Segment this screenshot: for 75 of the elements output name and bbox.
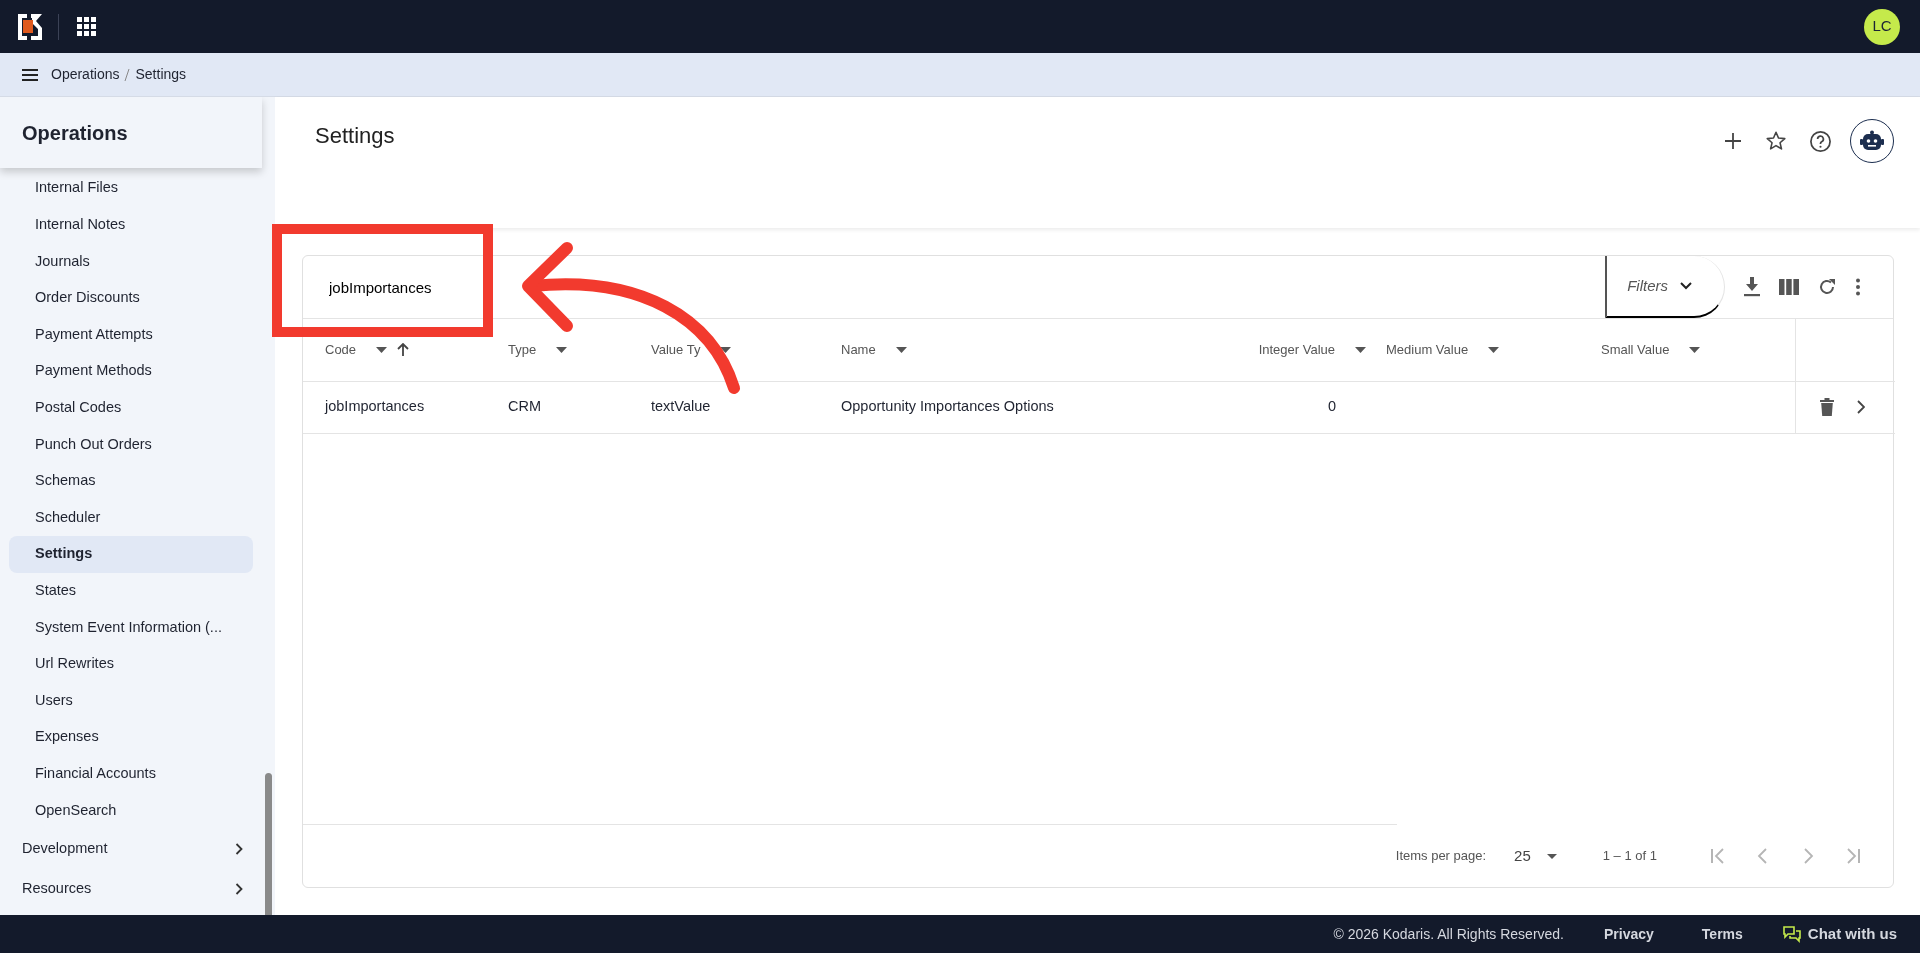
dropdown-caret-icon[interactable] [720, 346, 732, 353]
column-header[interactable]: Integer Value [1221, 340, 1366, 360]
column-header[interactable]: Medium Value [1386, 340, 1581, 360]
sidebar-group[interactable]: Development [22, 837, 108, 860]
chevron-right-icon[interactable] [233, 842, 245, 855]
breadcrumb-link[interactable]: Settings [135, 64, 187, 85]
sidebar-item[interactable]: Financial Accounts [9, 755, 253, 793]
user-avatar[interactable]: LC [1864, 8, 1900, 45]
dropdown-caret-icon [1546, 853, 1557, 859]
page-range: 1 – 1 of 1 [1602, 847, 1657, 866]
chat-link[interactable]: Chat with us [1782, 922, 1897, 946]
footer-link[interactable]: Privacy [1604, 923, 1654, 945]
sidebar-item[interactable]: Users [9, 682, 253, 719]
sort-up-arrow-icon[interactable] [397, 343, 410, 357]
trash-icon [1819, 398, 1834, 416]
sidebar-item[interactable]: Url Rewrites [9, 645, 253, 683]
sidebar-item[interactable]: Payment Attempts [9, 316, 253, 353]
sidebar-item[interactable]: Order Discounts [9, 279, 253, 317]
table-cell: Opportunity Importances Options [841, 398, 1054, 415]
dropdown-caret-icon[interactable] [376, 346, 388, 353]
column-header[interactable]: Small Value [1601, 340, 1785, 360]
dropdown-caret-icon[interactable] [1689, 346, 1701, 353]
sidebar-item[interactable]: OpenSearch [9, 792, 253, 829]
dropdown-caret-icon[interactable] [556, 346, 568, 353]
sidebar-item[interactable]: Expenses [9, 718, 253, 756]
chevron-right-icon [1855, 400, 1865, 414]
chevron-down-icon [1680, 282, 1692, 290]
more-icon [1855, 278, 1861, 296]
help-icon [1809, 129, 1832, 153]
sidebar-item[interactable]: Internal Files [9, 170, 253, 207]
page-title: Settings [315, 123, 395, 150]
sidebar-item[interactable]: Schemas [9, 462, 253, 500]
table-cell: CRM [508, 398, 542, 415]
apps-grid-icon[interactable] [77, 17, 96, 36]
sidebar-item[interactable]: States [9, 572, 253, 610]
menu-icon[interactable] [22, 68, 38, 81]
dropdown-caret-icon[interactable] [1355, 346, 1366, 353]
sidebar-item[interactable]: Scheduler [9, 499, 253, 536]
copyright-text: © 2026 Kodaris. All Rights Reserved. [1333, 924, 1564, 944]
dropdown-caret-icon[interactable] [895, 346, 907, 353]
items-per-page-label: Items per page: [1395, 847, 1487, 866]
last-icon [1844, 847, 1861, 865]
sidebar-item[interactable]: Settings [9, 535, 253, 573]
columns-icon [1779, 279, 1799, 295]
column-header[interactable]: Value Ty [651, 340, 821, 360]
robot-icon [1860, 130, 1884, 152]
sidebar-item[interactable]: Postal Codes [9, 389, 253, 427]
sidebar-title: Operations [0, 97, 262, 168]
sidebar-item[interactable]: Punch Out Orders [9, 426, 253, 463]
refresh-icon [1817, 277, 1837, 297]
column-header[interactable]: Type [508, 340, 631, 360]
logo-icon[interactable] [18, 13, 42, 40]
star-icon [1765, 130, 1787, 152]
search-field[interactable]: jobImportances [303, 256, 1606, 318]
column-header[interactable]: Name [841, 340, 1201, 360]
sidebar-item[interactable]: Internal Notes [9, 206, 253, 244]
sidebar-item[interactable]: Journals [9, 243, 253, 280]
download-icon [1743, 277, 1761, 297]
page-size-select[interactable]: 25 [1514, 844, 1557, 868]
sidebar-item[interactable]: System Event Information (... [9, 609, 253, 646]
table-cell: jobImportances [325, 398, 425, 415]
dropdown-caret-icon[interactable] [1488, 346, 1500, 353]
sidebar-group[interactable]: Resources [22, 877, 92, 900]
first-icon [1709, 847, 1726, 865]
column-header[interactable]: Code [325, 340, 488, 360]
plus-icon [1723, 131, 1743, 151]
breadcrumb-link[interactable]: Operations [51, 64, 120, 85]
table-cell: 0 [1327, 398, 1336, 415]
footer-link[interactable]: Terms [1701, 923, 1743, 945]
filters-button[interactable]: Filters [1605, 256, 1725, 318]
sidebar-item[interactable]: Payment Methods [9, 352, 253, 390]
table-cell: textValue [651, 398, 711, 415]
chat-icon [1782, 925, 1801, 943]
chevron-right-icon[interactable] [233, 882, 245, 895]
assistant-button[interactable] [1850, 119, 1894, 163]
